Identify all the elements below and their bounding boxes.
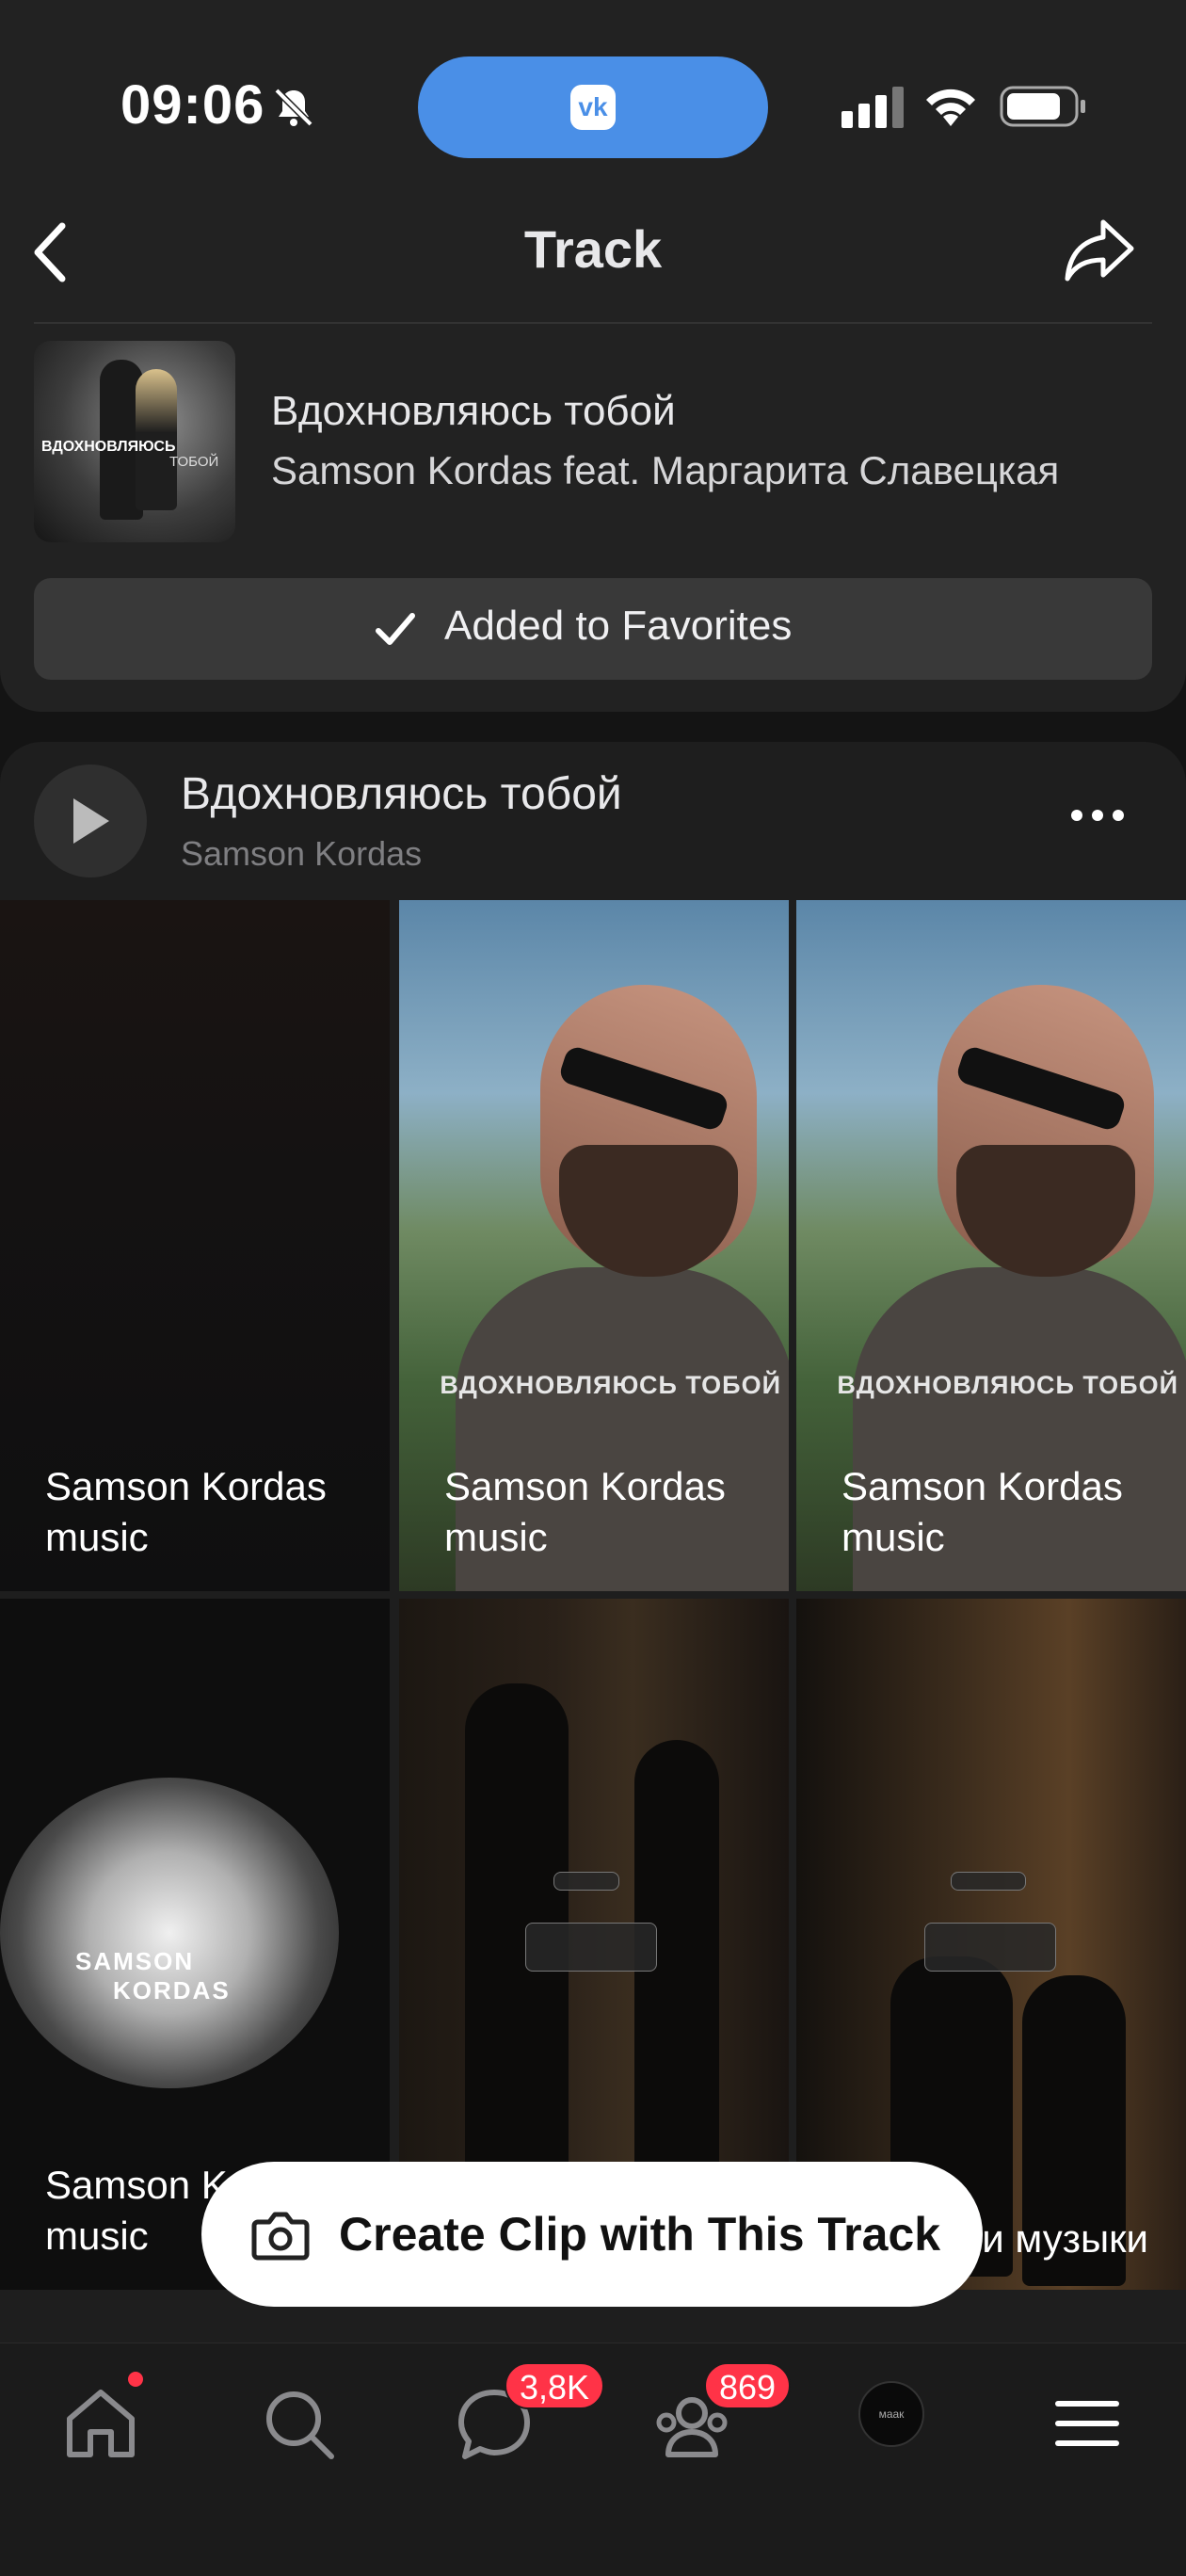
cellular-signal-icon (841, 87, 904, 128)
navigation-header: Track (0, 179, 1186, 324)
battery-icon (1000, 86, 1085, 127)
home-icon[interactable] (58, 2381, 143, 2466)
menu-icon[interactable] (1045, 2381, 1130, 2466)
clip-overlay-text: ВДОХНОВЛЯЮСЬ ТОБОЙ (440, 1371, 781, 1399)
wifi-icon (926, 89, 975, 126)
cover-text-secondary: ТОБОЙ (169, 454, 219, 470)
thumbnail-mini-player (525, 1923, 657, 1972)
favorites-label: Added to Favorites (444, 603, 793, 649)
cover-text-primary: ВДОХНОВЛЯЮСЬ (41, 439, 176, 455)
share-icon[interactable] (1062, 215, 1137, 286)
camera-icon (251, 2212, 310, 2261)
clip-author: Samson Kordas music (444, 1464, 726, 1559)
player-track-artist: Samson Kordas (181, 834, 423, 873)
home-notification-dot (128, 2372, 143, 2387)
bottom-tab-bar: 3,8K 869 маак (0, 2343, 1186, 2576)
clip-overlay-text: ВДОХНОВЛЯЮСЬ ТОБОЙ (837, 1371, 1178, 1399)
messages-badge: 3,8K (505, 2362, 605, 2409)
vk-dynamic-island[interactable]: vk (418, 56, 768, 158)
status-bar: 09:06 vk (0, 0, 1186, 179)
vk-logo-icon: vk (570, 85, 616, 130)
thumbnail-mini-widget (553, 1872, 619, 1891)
clip-tile-1[interactable]: Samson Kordas music (0, 900, 390, 1591)
track-info-card: ВДОХНОВЛЯЮСЬ ТОБОЙ Вдохновляюсь тобой Sa… (0, 324, 1186, 712)
bell-muted-icon (274, 88, 313, 127)
page-title: Track (523, 219, 663, 279)
clip-author: Samson Kordas music (45, 1464, 327, 1559)
play-icon (73, 798, 109, 844)
more-options-icon[interactable] (1069, 806, 1126, 825)
thumbnail-mini-widget (951, 1872, 1026, 1891)
clip-tile-3[interactable]: ВДОХНОВЛЯЮСЬ ТОБОЙ Samson Kordas music (796, 900, 1186, 1591)
clip-thumbnail (0, 1778, 339, 2088)
create-clip-label: Create Clip with This Track (339, 2208, 941, 2261)
thumbnail-mini-player (924, 1923, 1056, 1972)
create-clip-button[interactable]: Create Clip with This Track (201, 2162, 983, 2307)
friends-badge: 869 (704, 2362, 792, 2409)
track-title: Вдохновляюсь тобой (271, 388, 676, 434)
play-button[interactable] (34, 765, 147, 877)
player-track-title: Вдохновляюсь тобой (181, 769, 622, 819)
clip-overlay-text: SAMSON KORDAS (75, 1947, 231, 2004)
clip-author: и музыки (982, 2216, 1148, 2261)
track-artist[interactable]: Samson Kordas feat. Маргарита Славецкая (271, 448, 1059, 493)
status-time: 09:06 (120, 74, 265, 136)
search-icon[interactable] (256, 2381, 341, 2466)
clip-tile-2[interactable]: ВДОХНОВЛЯЮСЬ ТОБОЙ Samson Kordas music (399, 900, 789, 1591)
clip-author: Samson Kordas music (841, 1464, 1123, 1559)
profile-avatar[interactable]: маак (858, 2381, 924, 2447)
checkmark-icon (376, 613, 415, 645)
album-cover[interactable]: ВДОХНОВЛЯЮСЬ ТОБОЙ (34, 341, 235, 542)
added-to-favorites-button[interactable]: Added to Favorites (34, 578, 1152, 680)
